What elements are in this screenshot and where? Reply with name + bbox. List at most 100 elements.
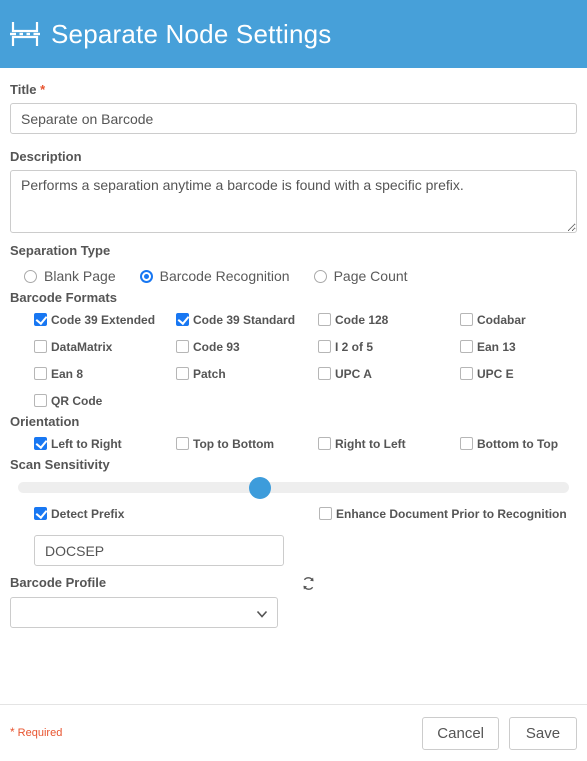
- title-label: Title *: [10, 82, 577, 97]
- checkbox-icon: [34, 340, 47, 353]
- title-label-text: Title: [10, 82, 37, 97]
- title-input[interactable]: [10, 103, 577, 134]
- checkbox-label: DataMatrix: [51, 339, 113, 354]
- checkbox-checked-icon: [34, 437, 47, 450]
- scan-sensitivity-slider[interactable]: [10, 473, 577, 499]
- separate-node-icon: [8, 17, 42, 51]
- checkbox-label: Bottom to Top: [477, 436, 559, 451]
- checkbox-qr-code[interactable]: QR Code: [34, 387, 176, 414]
- checkbox-label: I 2 of 5: [335, 339, 374, 354]
- checkbox-code-93[interactable]: Code 93: [176, 333, 318, 360]
- checkbox-label: QR Code: [51, 393, 103, 408]
- checkbox-icon: [176, 437, 189, 450]
- checkbox-label: Right to Left: [335, 436, 406, 451]
- checkbox-patch[interactable]: Patch: [176, 360, 318, 387]
- checkbox-icon: [319, 507, 332, 520]
- refresh-icon[interactable]: [301, 576, 316, 591]
- radio-circle-icon: [24, 269, 37, 283]
- checkbox-label: Code 93: [193, 339, 240, 354]
- barcode-profile-select[interactable]: [10, 597, 278, 628]
- radio-circle-icon: [313, 269, 327, 283]
- title-required-star: *: [40, 82, 46, 97]
- separation-type-label: Separation Type: [10, 243, 111, 258]
- checkbox-enhance-document[interactable]: Enhance Document Prior to Recognition: [319, 500, 577, 527]
- slider-track[interactable]: [18, 477, 569, 499]
- page-title: Separate Node Settings: [51, 18, 332, 49]
- checkbox-label: Patch: [193, 366, 226, 381]
- description-textarea[interactable]: Performs a separation anytime a barcode …: [10, 170, 577, 233]
- separation-type-radio-group: Blank Page Barcode Recognition Page Coun…: [10, 259, 577, 290]
- barcode-profile-header: Barcode Profile: [10, 566, 577, 591]
- radio-blank-page[interactable]: Blank Page: [24, 268, 116, 284]
- checkbox-label: Code 39 Standard: [193, 312, 296, 327]
- checkbox-checked-icon: [34, 313, 47, 326]
- checkbox-label: UPC A: [335, 366, 372, 381]
- orientation-label: Orientation: [10, 414, 80, 429]
- checkbox-label: Ean 8: [51, 366, 84, 381]
- recognition-options-row: Detect Prefix Enhance Document Prior to …: [10, 493, 577, 527]
- barcode-profile-label: Barcode Profile: [10, 575, 107, 590]
- radio-page-count[interactable]: Page Count: [313, 268, 408, 284]
- checkbox-ean-8[interactable]: Ean 8: [34, 360, 176, 387]
- checkbox-codabar[interactable]: Codabar: [460, 306, 587, 333]
- checkbox-code-128[interactable]: Code 128: [318, 306, 460, 333]
- save-button[interactable]: Save: [509, 716, 577, 750]
- checkbox-checked-icon: [34, 507, 47, 520]
- checkbox-label: UPC E: [477, 366, 514, 381]
- checkbox-icon: [176, 340, 189, 353]
- checkbox-icon: [460, 437, 473, 450]
- checkbox-label: Detect Prefix: [51, 506, 125, 521]
- cancel-button[interactable]: Cancel: [422, 716, 499, 750]
- checkbox-i-2-of-5[interactable]: I 2 of 5: [318, 333, 460, 360]
- required-text: Required: [17, 727, 63, 739]
- prefix-field-wrap: [10, 527, 577, 566]
- barcode-profile-select-wrap: [10, 591, 577, 628]
- required-note: * Required: [10, 725, 63, 739]
- checkbox-icon: [460, 367, 473, 380]
- checkbox-left-to-right[interactable]: Left to Right: [34, 430, 176, 457]
- checkbox-label: Codabar: [477, 312, 526, 327]
- barcode-formats-group: Code 39 Extended Code 39 Standard Code 1…: [10, 306, 577, 414]
- checkbox-datamatrix[interactable]: DataMatrix: [34, 333, 176, 360]
- checkbox-label: Top to Bottom: [193, 436, 275, 451]
- checkbox-icon: [460, 340, 473, 353]
- checkbox-label: Left to Right: [51, 436, 122, 451]
- checkbox-detect-prefix[interactable]: Detect Prefix: [34, 500, 319, 527]
- checkbox-icon: [34, 394, 47, 407]
- checkbox-icon: [318, 340, 331, 353]
- dialog-footer: * Required Cancel Save: [0, 704, 587, 761]
- checkbox-icon: [318, 437, 331, 450]
- scan-sensitivity-label: Scan Sensitivity: [10, 457, 110, 472]
- radio-circle-selected-icon: [139, 269, 153, 283]
- checkbox-label: Code 39 Extended: [51, 312, 156, 327]
- checkbox-icon: [318, 313, 331, 326]
- settings-form: Title * Description Performs a separatio…: [0, 68, 587, 628]
- checkbox-icon: [34, 367, 47, 380]
- checkbox-label: Ean 13: [477, 339, 516, 354]
- checkbox-code-39-extended[interactable]: Code 39 Extended: [34, 306, 176, 333]
- radio-label: Barcode Recognition: [159, 268, 290, 284]
- radio-barcode-recognition[interactable]: Barcode Recognition: [139, 268, 290, 284]
- checkbox-icon: [176, 367, 189, 380]
- chevron-down-icon: [256, 607, 268, 619]
- required-star: *: [10, 725, 15, 739]
- radio-label: Blank Page: [44, 268, 116, 284]
- radio-label: Page Count: [333, 268, 408, 284]
- checkbox-top-to-bottom[interactable]: Top to Bottom: [176, 430, 318, 457]
- checkbox-right-to-left[interactable]: Right to Left: [318, 430, 460, 457]
- checkbox-upc-a[interactable]: UPC A: [318, 360, 460, 387]
- checkbox-ean-13[interactable]: Ean 13: [460, 333, 587, 360]
- dialog-header: Separate Node Settings: [0, 0, 587, 68]
- prefix-input[interactable]: [34, 535, 284, 566]
- checkbox-label: Enhance Document Prior to Recognition: [336, 506, 567, 521]
- checkbox-code-39-standard[interactable]: Code 39 Standard: [176, 306, 318, 333]
- orientation-group: Left to Right Top to Bottom Right to Lef…: [10, 430, 577, 457]
- checkbox-label: Code 128: [335, 312, 389, 327]
- checkbox-upc-e[interactable]: UPC E: [460, 360, 587, 387]
- checkbox-bottom-to-top[interactable]: Bottom to Top: [460, 430, 587, 457]
- barcode-formats-label: Barcode Formats: [10, 290, 117, 305]
- description-label: Description: [10, 149, 82, 164]
- checkbox-icon: [460, 313, 473, 326]
- checkbox-checked-icon: [176, 313, 189, 326]
- checkbox-icon: [318, 367, 331, 380]
